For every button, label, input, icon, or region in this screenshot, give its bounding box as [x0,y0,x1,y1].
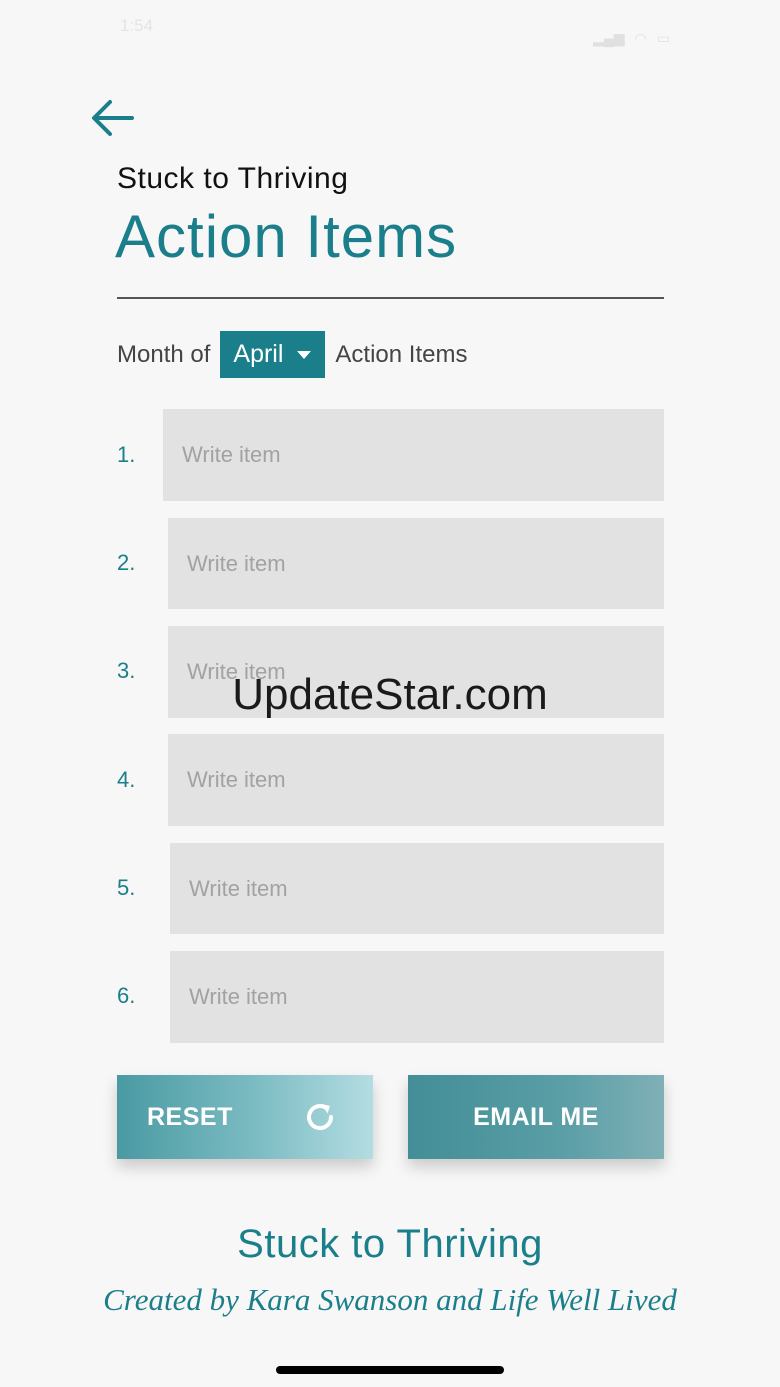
item-input-1[interactable] [163,409,664,501]
watermark: UpdateStar.com [232,670,548,719]
wifi-icon: ◠ [634,30,647,46]
status-bar: 1:54 ▂▄▆ ◠ ▭ [0,0,780,70]
title-divider [117,297,664,299]
home-indicator[interactable] [276,1366,504,1374]
status-time: 1:54 [120,16,154,35]
reset-label: RESET [147,1102,233,1131]
page-title: Action Items [115,203,458,270]
caret-down-icon [297,350,312,359]
page-subtitle: Stuck to Thriving [117,162,349,195]
signal-icon: ▂▄▆ [593,30,625,46]
item-number: 2. [117,550,136,575]
item-input-2[interactable] [168,518,664,609]
item-number: 4. [117,767,136,792]
reset-button[interactable]: RESET [117,1075,373,1159]
item-number: 5. [117,875,136,900]
month-selected-value: April [233,340,284,368]
item-input-6[interactable] [170,951,664,1043]
item-input-4[interactable] [168,734,664,826]
footer-title: Stuck to Thriving [237,1222,543,1266]
month-row: Month of April Action Items [117,331,467,378]
month-prefix: Month of [117,340,211,368]
back-button[interactable] [88,96,140,140]
status-icons: ▂▄▆ ◠ ▭ [593,30,670,47]
email-me-button[interactable]: EMAIL ME [408,1075,664,1159]
item-number: 1. [117,442,136,467]
item-number: 6. [117,983,136,1008]
arrow-left-icon [92,100,134,136]
month-suffix: Action Items [335,340,468,368]
item-input-5[interactable] [170,843,664,934]
battery-icon: ▭ [656,30,670,46]
refresh-icon [307,1104,334,1130]
footer-credit: Created by Kara Swanson and Life Well Li… [103,1282,677,1317]
month-dropdown[interactable]: April [220,331,326,378]
